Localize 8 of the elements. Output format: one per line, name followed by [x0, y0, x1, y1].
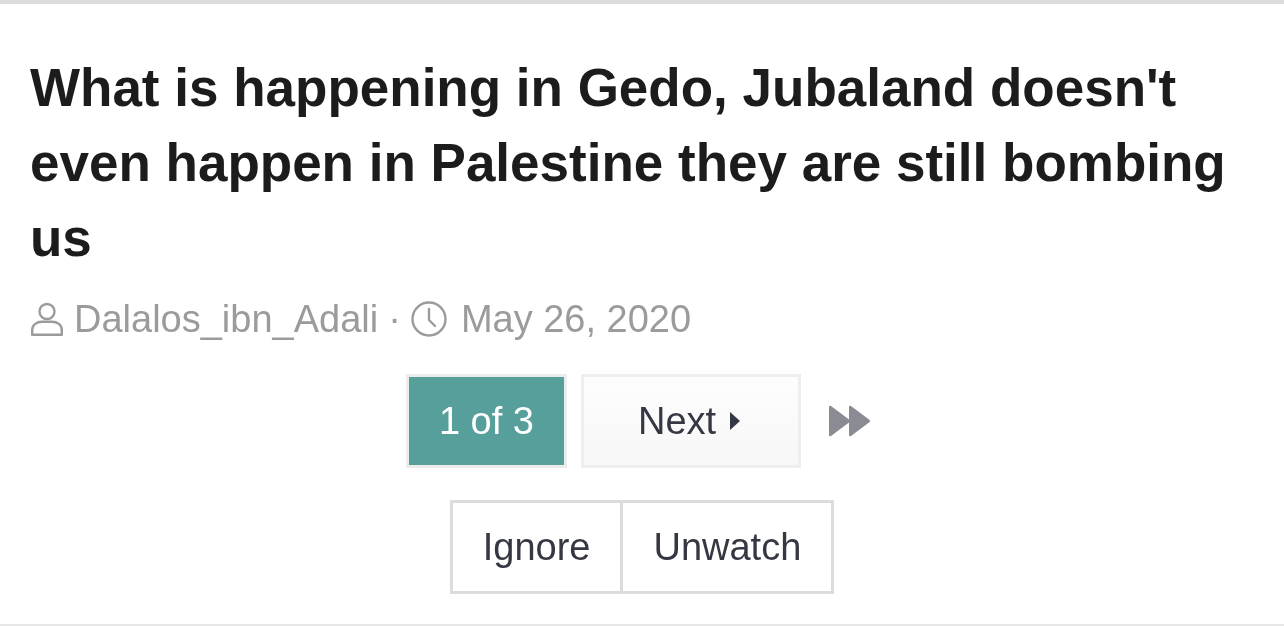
next-page-button[interactable]: Next [580, 374, 802, 468]
thread-title: What is happening in Gedo, Jubaland doesn't even happen in Palestine they are still bombing us [30, 57, 1227, 269]
thread-action-button[interactable]: Unwatch [620, 500, 835, 594]
clock-icon [410, 301, 447, 337]
fast-forward-icon[interactable] [829, 405, 872, 437]
user-icon [30, 302, 64, 336]
meta-separator: · [388, 297, 401, 342]
caret-icon [730, 412, 741, 430]
